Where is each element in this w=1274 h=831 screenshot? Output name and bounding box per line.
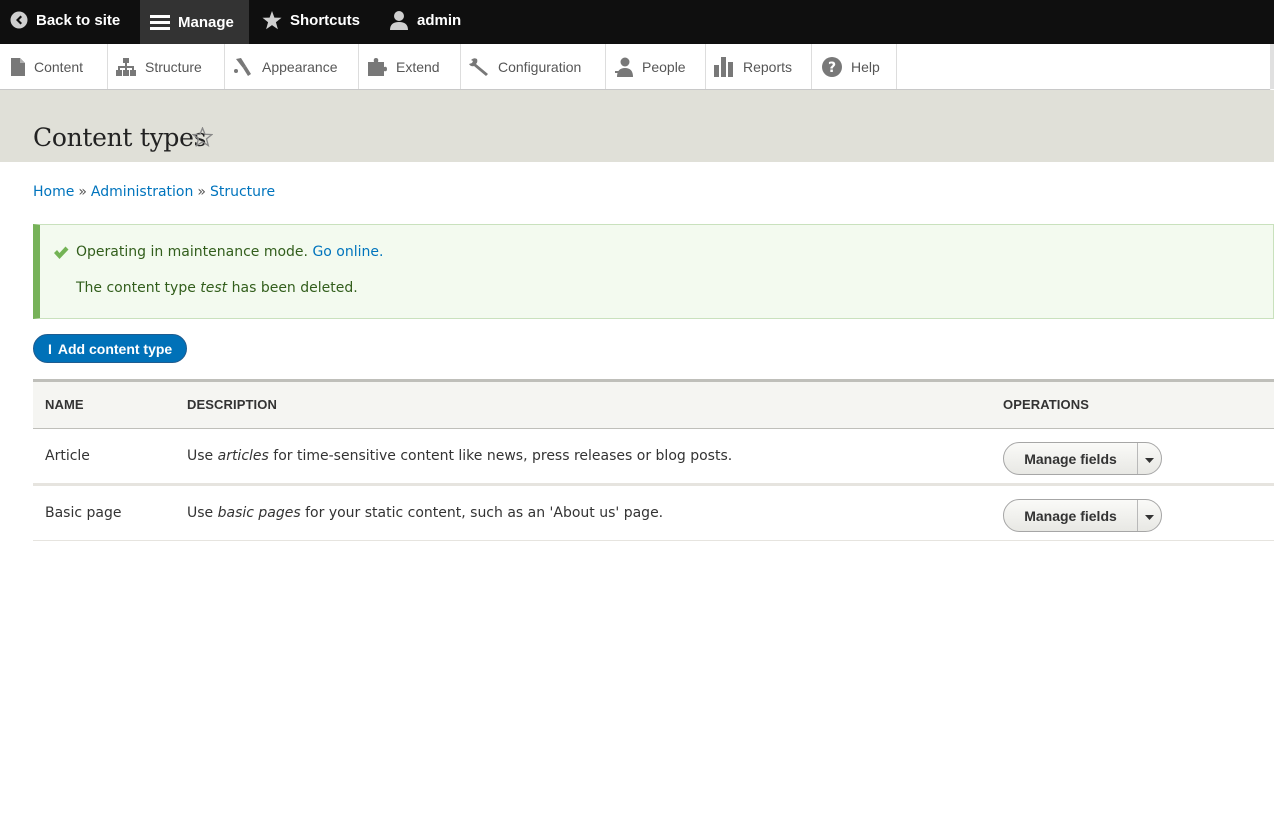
content-type-description: Use basic pages for your static content,… <box>187 505 663 521</box>
manage-label: Manage <box>178 13 234 31</box>
caret-down-icon <box>1145 449 1154 468</box>
menu-item-label: Structure <box>145 58 202 75</box>
file-icon <box>11 57 25 76</box>
menu-item-label: Content <box>34 58 84 75</box>
menu-item-content[interactable]: Content <box>0 44 108 89</box>
content-type-name: Article <box>45 448 90 464</box>
maintenance-message: Operating in maintenance mode. Go online… <box>76 244 383 260</box>
breadcrumb-home[interactable]: Home <box>33 184 74 200</box>
question-icon: ? <box>822 56 842 77</box>
go-online-link[interactable]: Go online. <box>312 244 383 260</box>
deleted-type-name: test <box>200 280 228 296</box>
checkmark-icon <box>53 245 69 264</box>
back-arrow-icon <box>10 11 28 29</box>
menu-item-label: People <box>642 58 686 75</box>
svg-text:?: ? <box>828 60 836 76</box>
breadcrumb: Home» Administration» Structure <box>33 184 275 200</box>
manage-fields-button[interactable]: Manage fields <box>1004 443 1138 474</box>
shortcut-star-icon[interactable] <box>191 126 214 151</box>
content-type-description: Use articles for time-sensitive content … <box>187 448 732 464</box>
description-prefix: Use <box>187 448 214 464</box>
menu-item-label: Extend <box>396 58 440 75</box>
person-icon <box>615 57 633 77</box>
column-header-operations: OPERATIONS <box>1003 397 1089 412</box>
tray-scrollbar[interactable] <box>1270 44 1274 89</box>
status-message: Operating in maintenance mode. Go online… <box>33 224 1274 319</box>
table-header: NAME DESCRIPTION OPERATIONS <box>33 379 1274 429</box>
menu-item-label: Help <box>851 58 880 75</box>
breadcrumb-structure[interactable]: Structure <box>210 184 275 200</box>
operations-dropbutton: Manage fields <box>1003 499 1162 532</box>
menu-item-label: Reports <box>743 58 793 75</box>
breadcrumb-separator: » <box>197 184 206 200</box>
deleted-text-suffix: has been deleted. <box>231 280 358 296</box>
shortcuts-label: Shortcuts <box>290 11 361 29</box>
menu-icon <box>150 14 170 30</box>
admin-menu-tray: Content Structure Appearance Extend Conf… <box>0 44 1270 90</box>
back-to-site-label: Back to site <box>36 11 121 29</box>
menu-item-structure[interactable]: Structure <box>108 44 225 89</box>
back-to-site-link[interactable]: Back to site <box>10 0 120 40</box>
add-content-type-button[interactable]: I Add content type <box>33 334 188 363</box>
description-suffix: for time-sensitive content like news, pr… <box>273 448 733 464</box>
star-icon <box>262 10 282 30</box>
table-row: Basic page Use basic pages for your stat… <box>33 486 1274 541</box>
add-content-type-label: Add content type <box>57 340 173 357</box>
description-prefix: Use <box>187 505 214 521</box>
description-emphasis: basic pages <box>217 505 301 521</box>
operations-dropbutton: Manage fields <box>1003 442 1162 475</box>
paintbrush-icon <box>233 57 253 77</box>
page-title: Content types <box>33 123 207 152</box>
breadcrumb-administration[interactable]: Administration <box>91 184 193 200</box>
menu-item-appearance[interactable]: Appearance <box>225 44 359 89</box>
user-label: admin <box>417 11 462 29</box>
manage-fields-button[interactable]: Manage fields <box>1004 500 1138 531</box>
content-types-table: NAME DESCRIPTION OPERATIONS Article Use … <box>33 379 1274 541</box>
maintenance-text: Operating in maintenance mode. <box>76 244 308 260</box>
wrench-icon <box>469 57 489 77</box>
column-header-description: DESCRIPTION <box>187 397 277 412</box>
admin-toolbar: Back to site Manage Shortcuts admin <box>0 0 1274 44</box>
bar-chart-icon <box>714 56 734 77</box>
description-emphasis: articles <box>217 448 269 464</box>
shortcuts-tab[interactable]: Shortcuts <box>262 0 360 40</box>
menu-item-label: Appearance <box>262 58 338 75</box>
menu-item-people[interactable]: People <box>606 44 706 89</box>
description-suffix: for your static content, such as an 'Abo… <box>305 505 664 521</box>
deleted-text-prefix: The content type <box>76 280 196 296</box>
breadcrumb-separator: » <box>78 184 87 200</box>
user-tab[interactable]: admin <box>389 0 461 40</box>
menu-item-reports[interactable]: Reports <box>706 44 812 89</box>
menu-item-configuration[interactable]: Configuration <box>461 44 606 89</box>
menu-item-label: Configuration <box>498 58 582 75</box>
content-type-name: Basic page <box>45 505 122 521</box>
column-header-name: NAME <box>45 397 84 412</box>
caret-down-icon <box>1145 506 1154 525</box>
menu-item-help[interactable]: ? Help <box>812 44 897 89</box>
operations-toggle[interactable] <box>1138 443 1161 474</box>
sitemap-icon <box>116 57 136 76</box>
table-row: Article Use articles for time-sensitive … <box>33 429 1274 486</box>
add-prefix: I <box>48 340 52 357</box>
user-icon <box>389 10 409 30</box>
operations-toggle[interactable] <box>1138 500 1161 531</box>
manage-tab[interactable]: Manage <box>140 0 249 44</box>
menu-item-extend[interactable]: Extend <box>359 44 461 89</box>
deleted-message: The content type test has been deleted. <box>76 280 358 296</box>
puzzle-icon <box>367 57 387 77</box>
